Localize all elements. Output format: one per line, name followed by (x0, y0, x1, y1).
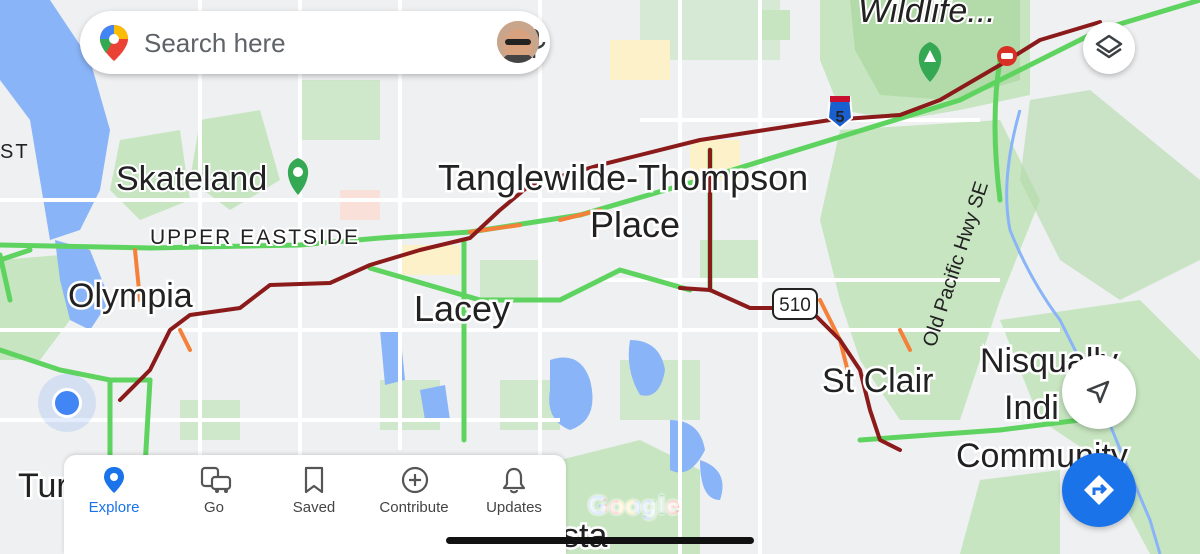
traffic-incident-icon[interactable] (997, 46, 1017, 66)
layers-icon (1095, 34, 1123, 59)
tab-updates-label: Updates (486, 499, 542, 516)
place-label-st-clair: St Clair (822, 362, 933, 400)
account-avatar[interactable] (497, 21, 539, 63)
tab-saved[interactable]: Saved (264, 455, 364, 554)
tab-explore[interactable]: Explore (64, 455, 164, 554)
place-label-skateland[interactable]: Skateland (114, 158, 269, 200)
place-label-tanglewilde: Tanglewilde-Thompson (438, 157, 808, 198)
place-label-tur: Tur (18, 467, 68, 505)
search-bar[interactable]: Search here (80, 11, 550, 74)
place-label-st-left: ST (0, 141, 30, 163)
layers-button[interactable] (1083, 22, 1135, 74)
commute-icon (200, 466, 232, 493)
place-label-nisqually-2: Indi (1004, 389, 1059, 427)
maps-logo-icon (100, 25, 128, 61)
place-label-wildlife: Wildlife... (858, 0, 996, 30)
bell-icon (502, 467, 526, 494)
recenter-button[interactable] (1062, 355, 1136, 429)
explore-pin-icon (104, 467, 124, 493)
svg-text:5: 5 (836, 109, 845, 126)
place-label-olympia: Olympia (68, 277, 193, 315)
tab-explore-label: Explore (88, 499, 140, 516)
directions-button[interactable] (1062, 453, 1136, 527)
place-label-sta: sta (562, 517, 607, 554)
place-label-lacey: Lacey (414, 288, 510, 329)
bookmark-icon (304, 466, 324, 494)
search-input[interactable]: Search here (144, 28, 286, 59)
add-circle-icon (401, 466, 429, 494)
place-label-tanglewilde-place: Place (590, 204, 680, 245)
google-attribution: Google (588, 490, 681, 521)
tab-contribute-label: Contribute (379, 499, 449, 516)
tab-go[interactable]: Go (164, 455, 264, 554)
directions-icon (1084, 475, 1114, 505)
svg-text:510: 510 (779, 295, 811, 316)
tab-saved-label: Saved (292, 499, 336, 516)
home-indicator[interactable] (446, 537, 754, 544)
place-label-upper-eastside: UPPER EASTSIDE (150, 226, 360, 249)
tab-go-label: Go (203, 499, 224, 516)
sr510-shield: 510 (772, 288, 818, 320)
google-wordmark: Google (588, 490, 681, 520)
navigation-arrow-icon (1086, 380, 1110, 404)
current-location-dot[interactable] (52, 388, 82, 418)
